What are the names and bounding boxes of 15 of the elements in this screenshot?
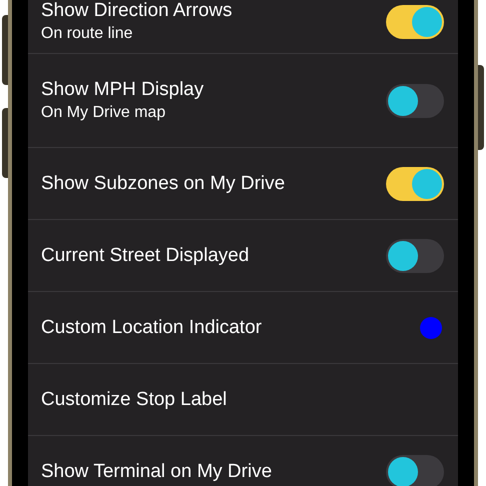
setting-subtitle: On My Drive map <box>41 102 166 122</box>
toggle-switch[interactable] <box>386 166 444 200</box>
toggle-switch[interactable] <box>386 4 444 38</box>
color-swatch[interactable] <box>420 316 442 338</box>
setting-title: Customize Stop Label <box>41 388 227 412</box>
toggle-switch[interactable] <box>386 84 444 118</box>
toggle-switch[interactable] <box>386 238 444 272</box>
setting-title: Custom Location Indicator <box>41 316 262 340</box>
setting-title: Show MPH Display <box>41 78 204 102</box>
toggle-switch[interactable] <box>386 455 444 486</box>
setting-title: Show Direction Arrows <box>41 0 232 22</box>
setting-subtitle: On route line <box>41 24 134 44</box>
setting-title: Show Terminal on My Drive <box>41 460 272 484</box>
setting-title: Show Subzones on My Drive <box>41 172 285 196</box>
setting-title: Current Street Displayed <box>41 244 250 268</box>
